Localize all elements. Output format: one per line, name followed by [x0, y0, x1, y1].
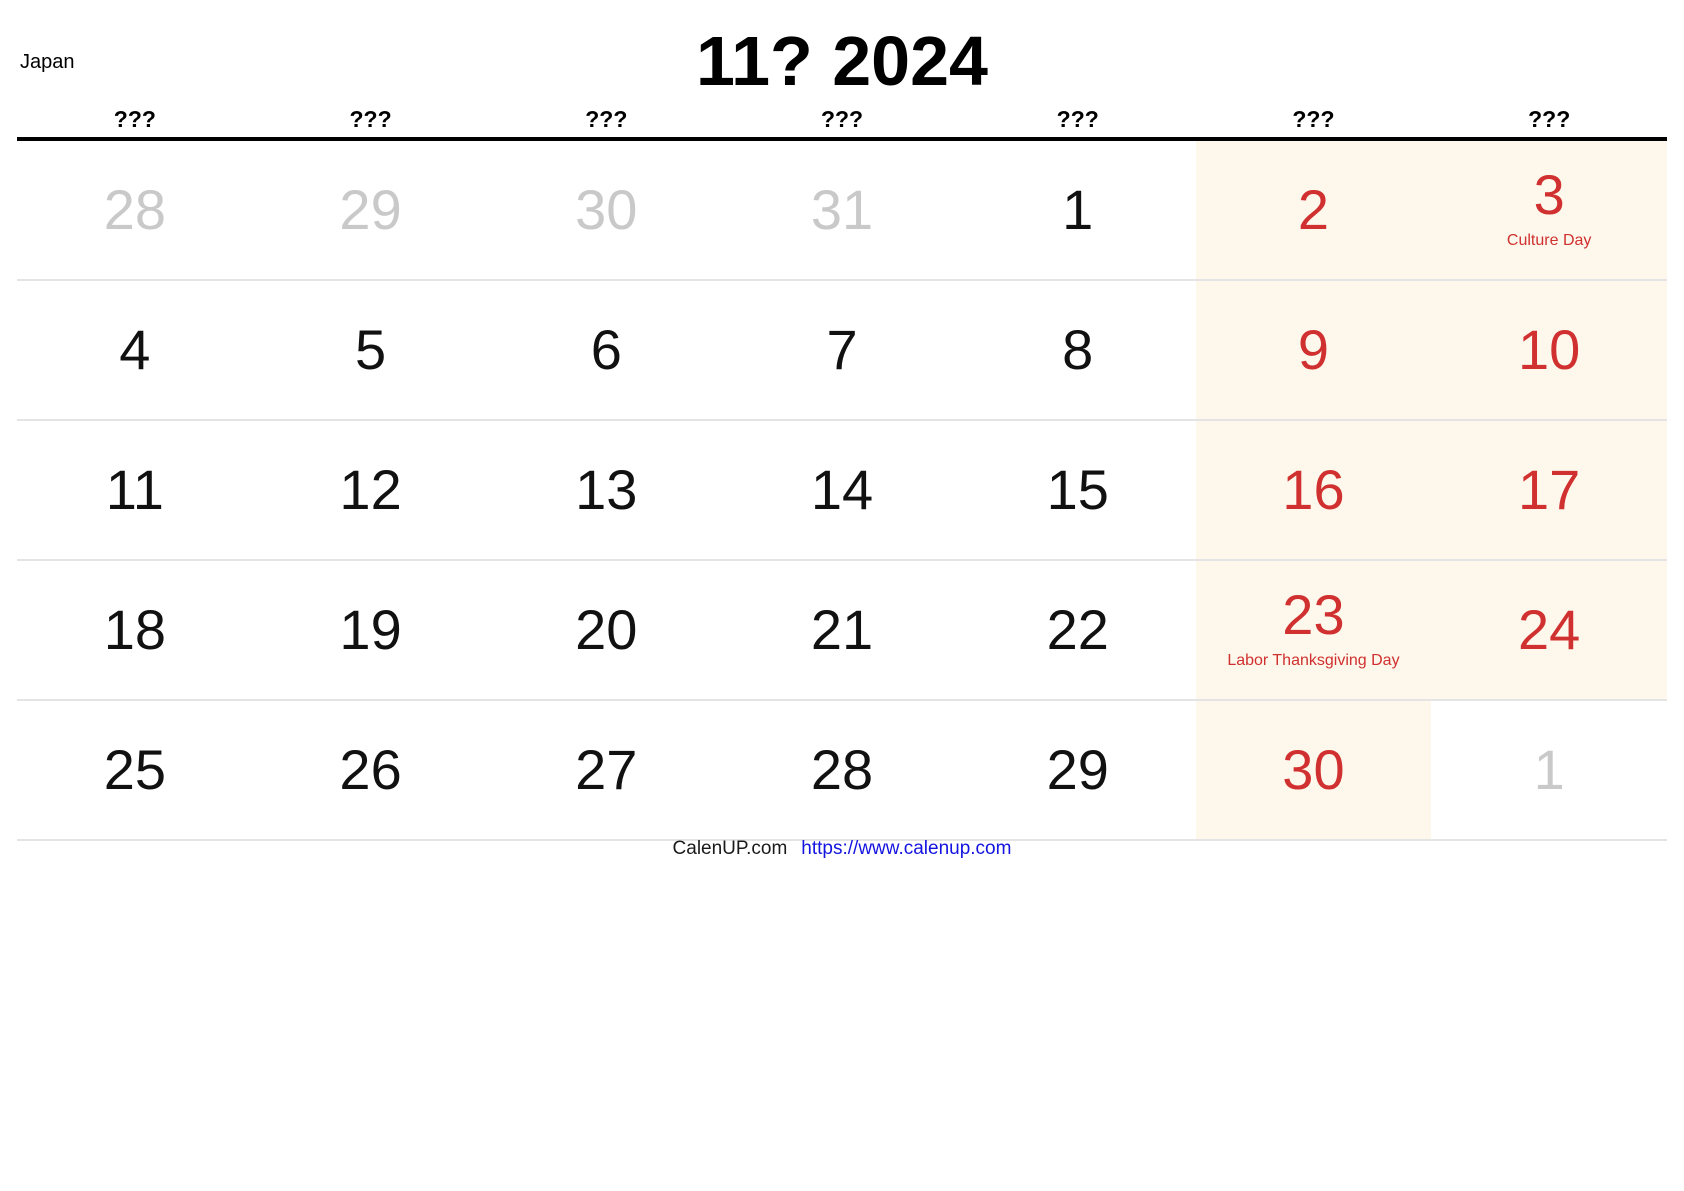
weekday-header-cell: ???	[113, 106, 156, 132]
calendar-day-cell[interactable]: 6	[488, 281, 725, 419]
day-number: 8	[1062, 318, 1094, 381]
calendar-week-row: 18 19 20 21 22 23 Labor Thanksgiving Day 24	[17, 561, 1668, 701]
calendar-day-cell[interactable]: 15	[959, 421, 1196, 559]
day-number: 28	[810, 738, 874, 801]
holiday-label: Culture Day	[1506, 232, 1592, 249]
calendar-day-cell[interactable]: 24	[1431, 561, 1668, 699]
calendar-body: 28 29 30 31 1 2 3 Culture Day 4 5 6 7 8 9 10 11 12 13 14 15…	[17, 141, 1668, 841]
day-number: 9	[1297, 318, 1330, 381]
calendar-day-cell[interactable]: 7	[724, 281, 960, 419]
day-number: 10	[1518, 318, 1581, 381]
day-number: 22	[1046, 598, 1109, 661]
day-number: 20	[575, 598, 638, 661]
calendar-day-cell[interactable]: 9	[1195, 281, 1432, 419]
calendar-day-cell[interactable]: 30	[1195, 701, 1432, 839]
day-number: 19	[339, 598, 402, 661]
day-number: 3	[1533, 163, 1565, 226]
day-number: 26	[339, 738, 402, 801]
day-number: 7	[826, 318, 858, 381]
calendar-week-row: 25 26 27 28 29 30 1	[17, 701, 1668, 841]
calendar-day-cell[interactable]: 18	[17, 561, 253, 699]
calendar-day-cell[interactable]: 29	[252, 141, 489, 279]
page-title: 11? 2024	[696, 22, 988, 100]
day-number: 29	[339, 178, 402, 241]
calendar-day-cell[interactable]: 3 Culture Day	[1431, 141, 1668, 279]
calendar-day-cell[interactable]: 1	[1431, 701, 1668, 839]
day-number: 24	[1518, 598, 1581, 661]
day-number: 27	[575, 738, 638, 801]
calendar-day-cell[interactable]: 1	[959, 141, 1196, 279]
calendar-day-cell[interactable]: 19	[252, 561, 489, 699]
day-number: 18	[103, 598, 166, 661]
day-number: 4	[119, 318, 151, 381]
calendar-grid: ????????????????????? 28 29 30 31 1 2 3 Culture…	[17, 108, 1668, 841]
calendar-week-row: 4 5 6 7 8 9 10	[17, 281, 1668, 421]
calendar-day-cell[interactable]: 31	[724, 141, 960, 279]
calendar-day-cell[interactable]: 30	[488, 141, 725, 279]
day-number: 2	[1297, 178, 1330, 241]
calendar-day-cell[interactable]: 13	[488, 421, 725, 559]
weekday-header-cell: ???	[349, 106, 392, 132]
calendar-day-cell[interactable]: 21	[724, 561, 960, 699]
day-number: 29	[1046, 738, 1109, 801]
calendar-day-cell[interactable]: 17	[1431, 421, 1668, 559]
day-number: 25	[103, 738, 166, 801]
calendar-day-cell[interactable]: 2	[1195, 141, 1432, 279]
calendar-day-cell[interactable]: 23 Labor Thanksgiving Day	[1195, 561, 1432, 699]
weekday-header-row: ?????????????????????	[17, 108, 1667, 141]
weekday-header-cell: ???	[1528, 106, 1571, 132]
calendar-header: Japan 11? 2024	[0, 0, 1684, 108]
calendar-day-cell[interactable]: 29	[959, 701, 1196, 839]
holiday-label: Labor Thanksgiving Day	[1227, 652, 1400, 669]
calendar-day-cell[interactable]: 11	[17, 421, 253, 559]
calendar-day-cell[interactable]: 20	[488, 561, 725, 699]
calendar-day-cell[interactable]: 28	[724, 701, 960, 839]
day-number: 13	[575, 458, 638, 521]
calendar-day-cell[interactable]: 14	[724, 421, 960, 559]
calendar-day-cell[interactable]: 4	[17, 281, 253, 419]
day-number: 16	[1282, 458, 1345, 521]
day-number: 30	[1282, 738, 1345, 801]
calendar-day-cell[interactable]: 10	[1431, 281, 1668, 419]
day-number: 31	[810, 178, 874, 241]
day-number: 6	[590, 318, 622, 381]
footer-url-link[interactable]: https://www.calenup.com	[801, 838, 1011, 860]
calendar-day-cell[interactable]: 27	[488, 701, 725, 839]
calendar-week-row: 11 12 13 14 15 16 17	[17, 421, 1668, 561]
calendar-day-cell[interactable]: 5	[252, 281, 489, 419]
calendar-page: Japan 11? 2024 ????????????????????? 28 2…	[0, 0, 1684, 1191]
day-number: 1	[1062, 178, 1094, 241]
day-number: 17	[1518, 458, 1581, 521]
footer: CalenUP.com https://www.calenup.com	[0, 838, 1684, 860]
calendar-day-cell[interactable]: 28	[17, 141, 253, 279]
day-number: 21	[810, 598, 874, 661]
calendar-day-cell[interactable]: 8	[959, 281, 1196, 419]
calendar-day-cell[interactable]: 12	[252, 421, 489, 559]
day-number: 1	[1533, 738, 1565, 801]
calendar-day-cell[interactable]: 26	[252, 701, 489, 839]
weekday-header-cell: ???	[820, 106, 864, 132]
weekday-header-cell: ???	[1056, 106, 1099, 132]
weekday-header-cell: ???	[1292, 106, 1335, 132]
day-number: 28	[103, 178, 166, 241]
footer-brand: CalenUP.com	[672, 838, 788, 859]
calendar-day-cell[interactable]: 25	[17, 701, 253, 839]
calendar-day-cell[interactable]: 16	[1195, 421, 1432, 559]
day-number: 23	[1282, 583, 1345, 646]
day-number: 14	[810, 458, 874, 521]
day-number: 30	[575, 178, 638, 241]
day-number: 11	[105, 458, 164, 521]
day-number: 12	[339, 458, 402, 521]
calendar-day-cell[interactable]: 22	[959, 561, 1196, 699]
calendar-week-row: 28 29 30 31 1 2 3 Culture Day	[17, 141, 1668, 281]
day-number: 5	[355, 318, 387, 381]
day-number: 15	[1046, 458, 1109, 521]
weekday-header-cell: ???	[585, 106, 628, 132]
